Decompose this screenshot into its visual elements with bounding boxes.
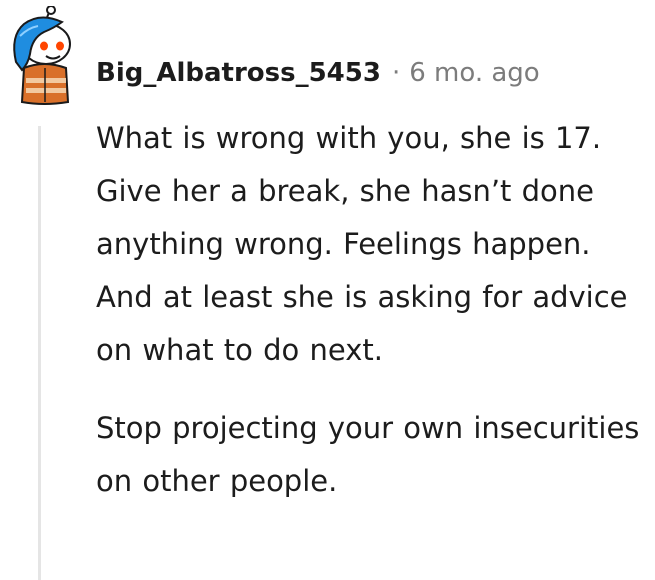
comment: Big_Albatross_5453 · 6 mo. ago What is w… [0,0,655,580]
author-avatar[interactable] [4,5,84,106]
author-username[interactable]: Big_Albatross_5453 [96,58,381,88]
thread-collapse-line[interactable] [38,126,41,580]
comment-timestamp[interactable]: 6 mo. ago [409,58,539,88]
snoo-avatar-icon [13,5,71,105]
comment-meta: Big_Albatross_5453 · 6 mo. ago [96,54,540,92]
comment-body: What is wrong with you, she is 17. Give … [96,112,641,508]
comment-paragraph: What is wrong with you, she is 17. Give … [96,121,628,367]
meta-separator: · [391,58,401,88]
comment-paragraph: Stop projecting your own insecurities on… [96,411,640,498]
